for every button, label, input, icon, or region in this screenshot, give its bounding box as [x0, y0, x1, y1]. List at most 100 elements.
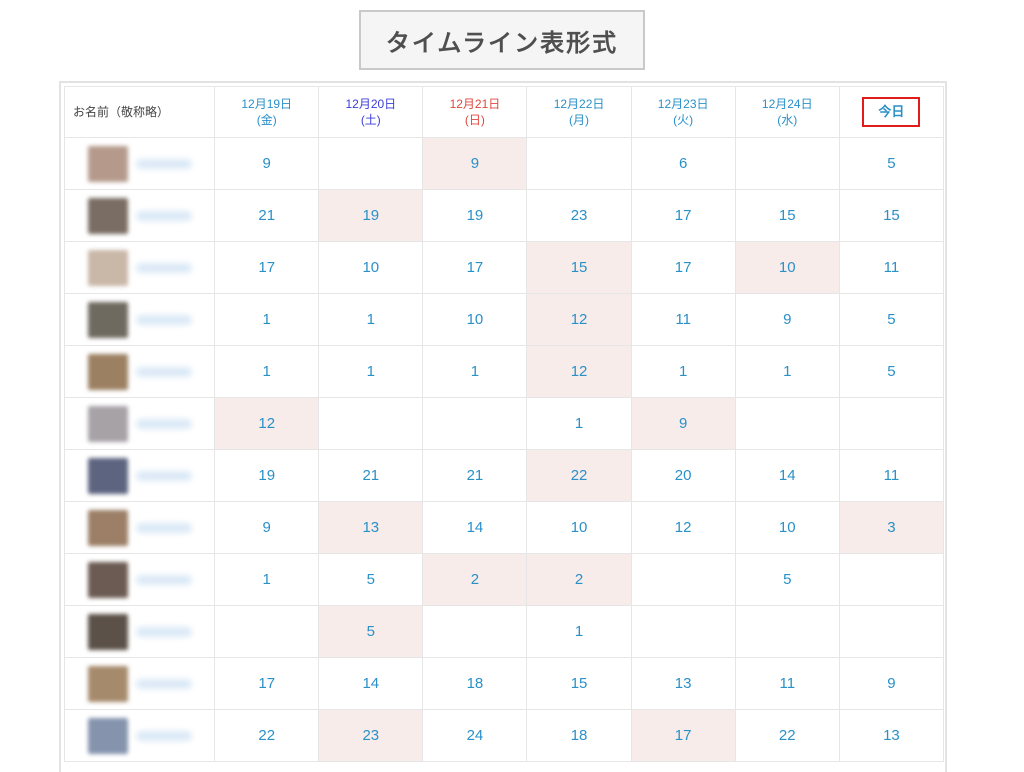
avatar	[87, 301, 128, 338]
count-cell: 15	[526, 657, 632, 710]
count-cell: 15	[734, 189, 840, 242]
day-header-date: 12月20日	[345, 97, 397, 111]
member-name-link[interactable]	[135, 574, 192, 585]
table-row: 1 1 10 12 11 9 5	[63, 293, 945, 346]
count-cell: 1	[422, 345, 528, 398]
count-cell: 18	[422, 657, 528, 710]
day-header: 12月23日 (火)	[630, 86, 736, 138]
count-cell	[838, 397, 945, 450]
count-cell: 17	[630, 189, 736, 242]
count-cell	[214, 605, 320, 658]
day-header-weekday: (水)	[777, 113, 798, 127]
member-name-link[interactable]	[135, 470, 192, 481]
count-cell: 10	[734, 501, 840, 554]
count-cell: 13	[630, 657, 736, 710]
timeline-table: お名前（敬称略） 12月19日 (金) 12月20日 (土) 12月21日 (日…	[63, 86, 945, 762]
count-cell: 11	[630, 293, 736, 346]
member-cell	[63, 397, 216, 450]
table-row: 17 14 18 15 13 11 9	[63, 657, 945, 710]
count-cell	[630, 605, 736, 658]
page-title: タイムライン表形式	[359, 10, 645, 70]
member-cell	[63, 709, 216, 762]
count-cell: 10	[734, 241, 840, 294]
member-name-link[interactable]	[135, 626, 192, 637]
table-row: 51	[63, 605, 945, 658]
today-header: 今日	[838, 86, 945, 138]
day-header-date: 12月21日	[449, 97, 501, 111]
count-cell: 11	[734, 657, 840, 710]
count-cell: 2	[526, 553, 632, 606]
count-cell: 13	[838, 709, 945, 762]
count-cell: 23	[526, 189, 632, 242]
table-header-row: お名前（敬称略） 12月19日 (金) 12月20日 (土) 12月21日 (日…	[63, 86, 945, 138]
count-cell	[838, 553, 945, 606]
avatar	[87, 353, 128, 390]
count-cell: 10	[526, 501, 632, 554]
count-cell: 1	[318, 345, 424, 398]
count-cell: 24	[422, 709, 528, 762]
count-cell: 12	[526, 293, 632, 346]
day-header-weekday: (金)	[256, 113, 277, 127]
member-name-link[interactable]	[135, 262, 192, 273]
count-cell: 21	[422, 449, 528, 502]
member-name-link[interactable]	[135, 678, 192, 689]
member-name-link[interactable]	[135, 210, 192, 221]
count-cell	[734, 137, 840, 190]
member-name-link[interactable]	[135, 418, 192, 429]
count-cell	[838, 605, 945, 658]
member-name-link[interactable]	[135, 158, 192, 169]
member-name-link[interactable]	[135, 730, 192, 741]
count-cell: 22	[734, 709, 840, 762]
avatar	[87, 613, 128, 650]
table-row: 21 19 19 23 17 15 15	[63, 189, 945, 242]
member-name-link[interactable]	[135, 522, 192, 533]
day-header: 12月19日 (金)	[214, 86, 320, 138]
count-cell: 9	[214, 137, 320, 190]
count-cell: 9	[630, 397, 736, 450]
avatar	[87, 665, 128, 702]
count-cell: 1	[214, 553, 320, 606]
count-cell: 20	[630, 449, 736, 502]
count-cell: 1	[526, 605, 632, 658]
count-cell: 15	[526, 241, 632, 294]
avatar	[87, 509, 128, 546]
avatar	[87, 561, 128, 598]
count-cell: 22	[526, 449, 632, 502]
member-name-link[interactable]	[135, 314, 192, 325]
member-cell	[63, 605, 216, 658]
day-header-date: 12月24日	[761, 97, 813, 111]
member-cell	[63, 449, 216, 502]
count-cell: 19	[422, 189, 528, 242]
member-cell	[63, 501, 216, 554]
count-cell: 11	[838, 449, 945, 502]
table-row: 9 9 6 5	[63, 137, 945, 190]
member-cell	[63, 137, 216, 190]
count-cell: 17	[422, 241, 528, 294]
member-cell	[63, 189, 216, 242]
count-cell: 17	[630, 241, 736, 294]
count-cell: 14	[422, 501, 528, 554]
count-cell: 1	[214, 345, 320, 398]
table-row: 19 21 21 22 20 14 11	[63, 449, 945, 502]
avatar	[87, 717, 128, 754]
count-cell: 19	[318, 189, 424, 242]
member-name-link[interactable]	[135, 366, 192, 377]
count-cell	[318, 397, 424, 450]
count-cell	[422, 397, 528, 450]
count-cell: 12	[526, 345, 632, 398]
count-cell: 15	[838, 189, 945, 242]
count-cell: 19	[214, 449, 320, 502]
count-cell	[734, 397, 840, 450]
count-cell: 5	[838, 137, 945, 190]
count-cell: 14	[318, 657, 424, 710]
table-row: 9 13 14 10 12 10 3	[63, 501, 945, 554]
day-header-weekday: (日)	[464, 113, 485, 127]
count-cell: 23	[318, 709, 424, 762]
count-cell: 21	[214, 189, 320, 242]
count-cell: 10	[318, 241, 424, 294]
day-header: 12月21日 (日)	[422, 86, 528, 138]
avatar	[87, 145, 128, 182]
timeline-table-container: お名前（敬称略） 12月19日 (金) 12月20日 (土) 12月21日 (日…	[59, 81, 947, 772]
count-cell: 3	[838, 501, 945, 554]
timeline-body: 9 9 6 5 21 19 19 23 17 15 15 17 10 17 15 17 10 11 1 1 10 12 11…	[63, 137, 945, 762]
